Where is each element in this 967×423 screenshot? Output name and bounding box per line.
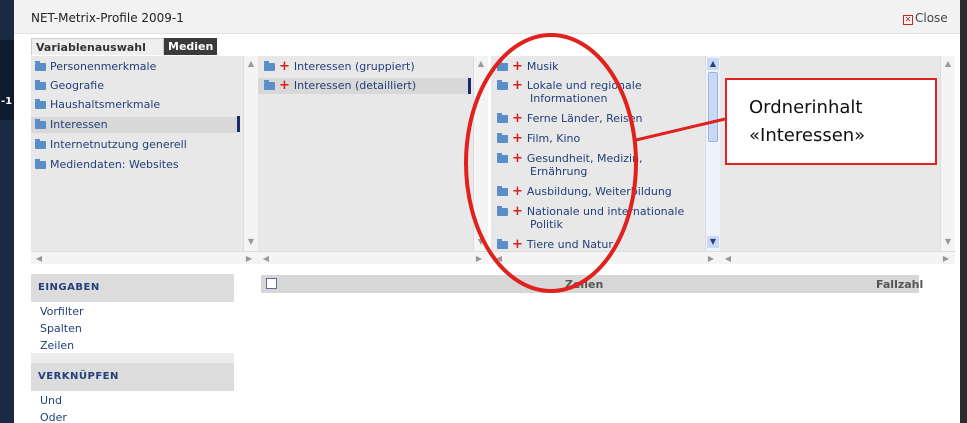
annotation-overlay	[464, 33, 726, 293]
annotation-line1: Ordnerinhalt	[749, 97, 863, 118]
annotation-connector	[635, 117, 726, 142]
annotation-line2: «Interessen»	[749, 125, 866, 146]
annotation-ellipse	[464, 33, 638, 293]
annotation-callout: Ordnerinhalt «Interessen»	[725, 78, 937, 165]
